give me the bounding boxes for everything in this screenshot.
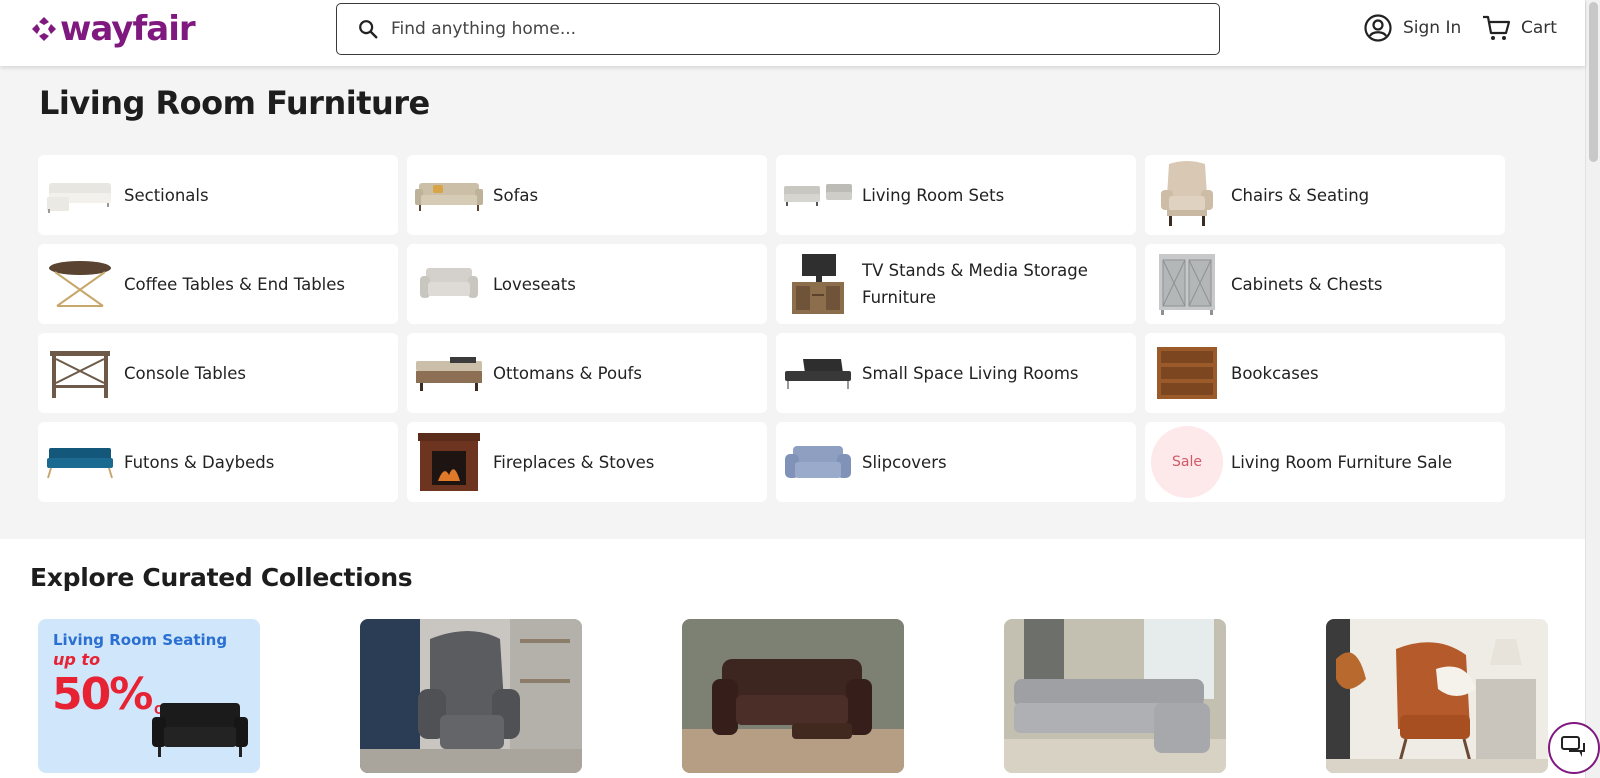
sign-in-button[interactable]: Sign In: [1363, 13, 1461, 43]
category-label: Cabinets & Chests: [1231, 274, 1383, 294]
scrollbar-thumb[interactable]: [1589, 2, 1598, 162]
category-tile[interactable]: TV Stands & Media Storage Furniture: [776, 244, 1136, 324]
sale-badge-circle: Sale: [1151, 426, 1223, 498]
chat-icon: [1561, 736, 1585, 757]
category-label: Slipcovers: [862, 452, 947, 472]
promo-subline: up to: [53, 650, 101, 669]
category-label: Fireplaces & Stoves: [493, 452, 655, 472]
cart-button[interactable]: Cart: [1481, 13, 1557, 43]
category-label: Console Tables: [124, 363, 247, 383]
wingback-chair-thumbnail: [1151, 161, 1223, 227]
category-label: Chairs & Seating: [1231, 185, 1370, 205]
category-label: Sofas: [493, 185, 539, 205]
category-tile[interactable]: Sale Living Room Furniture Sale: [1145, 422, 1505, 502]
coffee-table-thumbnail: [44, 252, 116, 316]
section-title: Explore Curated Collections: [30, 563, 413, 592]
sale-badge: Sale: [1151, 426, 1223, 498]
futon-daybed-thumbnail: [44, 430, 116, 494]
category-tile[interactable]: Living Room Sets: [776, 155, 1136, 235]
ottoman-thumbnail: [413, 341, 485, 405]
tv-stand-thumbnail: [782, 252, 854, 316]
bookcase-thumbnail: [1151, 341, 1223, 405]
futon-thumbnail: [782, 341, 854, 405]
category-tile[interactable]: Fireplaces & Stoves: [407, 422, 767, 502]
category-tile[interactable]: Slipcovers: [776, 422, 1136, 502]
sofa-thumbnail: [413, 163, 485, 227]
wayfair-logo-icon: [32, 17, 56, 41]
chat-button[interactable]: [1548, 722, 1600, 774]
console-table-thumbnail: [44, 341, 116, 405]
category-tile[interactable]: Sectionals: [38, 155, 398, 235]
category-tile[interactable]: Coffee Tables & End Tables: [38, 244, 398, 324]
page-title: Living Room Furniture: [39, 84, 430, 122]
category-tile[interactable]: Small Space Living Rooms: [776, 333, 1136, 413]
category-tile[interactable]: Chairs & Seating: [1145, 155, 1505, 235]
sectional-sofa-thumbnail: [44, 163, 116, 227]
black-sofa-image: [152, 703, 248, 757]
curated-collections-section: Explore Curated Collections Living Room …: [0, 539, 1585, 778]
account-icon: [1364, 14, 1392, 42]
accent-chair-photo[interactable]: [1326, 619, 1548, 773]
category-label: Living Room Sets: [862, 185, 1005, 205]
cart-label: Cart: [1521, 18, 1557, 38]
site-header: wayfair Sign In Cart: [0, 0, 1585, 66]
search-input[interactable]: [391, 19, 1191, 39]
category-label: Sectionals: [124, 185, 209, 205]
living-room-set-thumbnail: [782, 163, 854, 227]
reclining-sectional-photo[interactable]: [1004, 619, 1226, 773]
category-tile[interactable]: Loveseats: [407, 244, 767, 324]
category-tile[interactable]: Bookcases: [1145, 333, 1505, 413]
sign-in-label: Sign In: [1403, 18, 1462, 38]
category-label: Ottomans & Poufs: [493, 363, 642, 383]
fireplace-thumbnail: [413, 430, 485, 494]
leather-loveseat-recliner-photo[interactable]: [682, 619, 904, 773]
cabinet-thumbnail: [1151, 252, 1223, 316]
promo-headline: Living Room Seating: [53, 631, 228, 649]
slipcover-thumbnail: [782, 430, 854, 494]
cart-icon: [1483, 15, 1511, 40]
category-label: Bookcases: [1231, 363, 1319, 383]
promo-card-living-room-seating[interactable]: Living Room Seating up to 50% OFF: [38, 619, 260, 773]
page-scrollbar[interactable]: [1585, 0, 1600, 778]
category-label: TV Stands & Media Storage Furniture: [862, 261, 1088, 307]
category-tile[interactable]: Console Tables: [38, 333, 398, 413]
category-tile[interactable]: Sofas: [407, 155, 767, 235]
category-tile[interactable]: Futons & Daybeds: [38, 422, 398, 502]
wayfair-logo[interactable]: wayfair: [31, 9, 196, 49]
power-lift-recliner-photo[interactable]: [360, 619, 582, 773]
search-bar[interactable]: [336, 3, 1220, 55]
loveseat-thumbnail: [413, 252, 485, 316]
category-label: Coffee Tables & End Tables: [124, 274, 346, 294]
category-label: Small Space Living Rooms: [862, 363, 1079, 383]
logo-text: wayfair: [60, 9, 196, 49]
category-label: Futons & Daybeds: [124, 452, 275, 472]
category-tile[interactable]: Ottomans & Poufs: [407, 333, 767, 413]
search-icon: [359, 20, 378, 39]
promo-percent: 50%: [52, 669, 153, 720]
category-label: Living Room Furniture Sale: [1231, 452, 1453, 472]
category-grid: Sectionals Sofas Living Room Sets Chairs…: [38, 155, 1505, 502]
sale-badge-text: Sale: [1172, 454, 1202, 470]
category-label: Loveseats: [493, 274, 576, 294]
category-tile[interactable]: Cabinets & Chests: [1145, 244, 1505, 324]
